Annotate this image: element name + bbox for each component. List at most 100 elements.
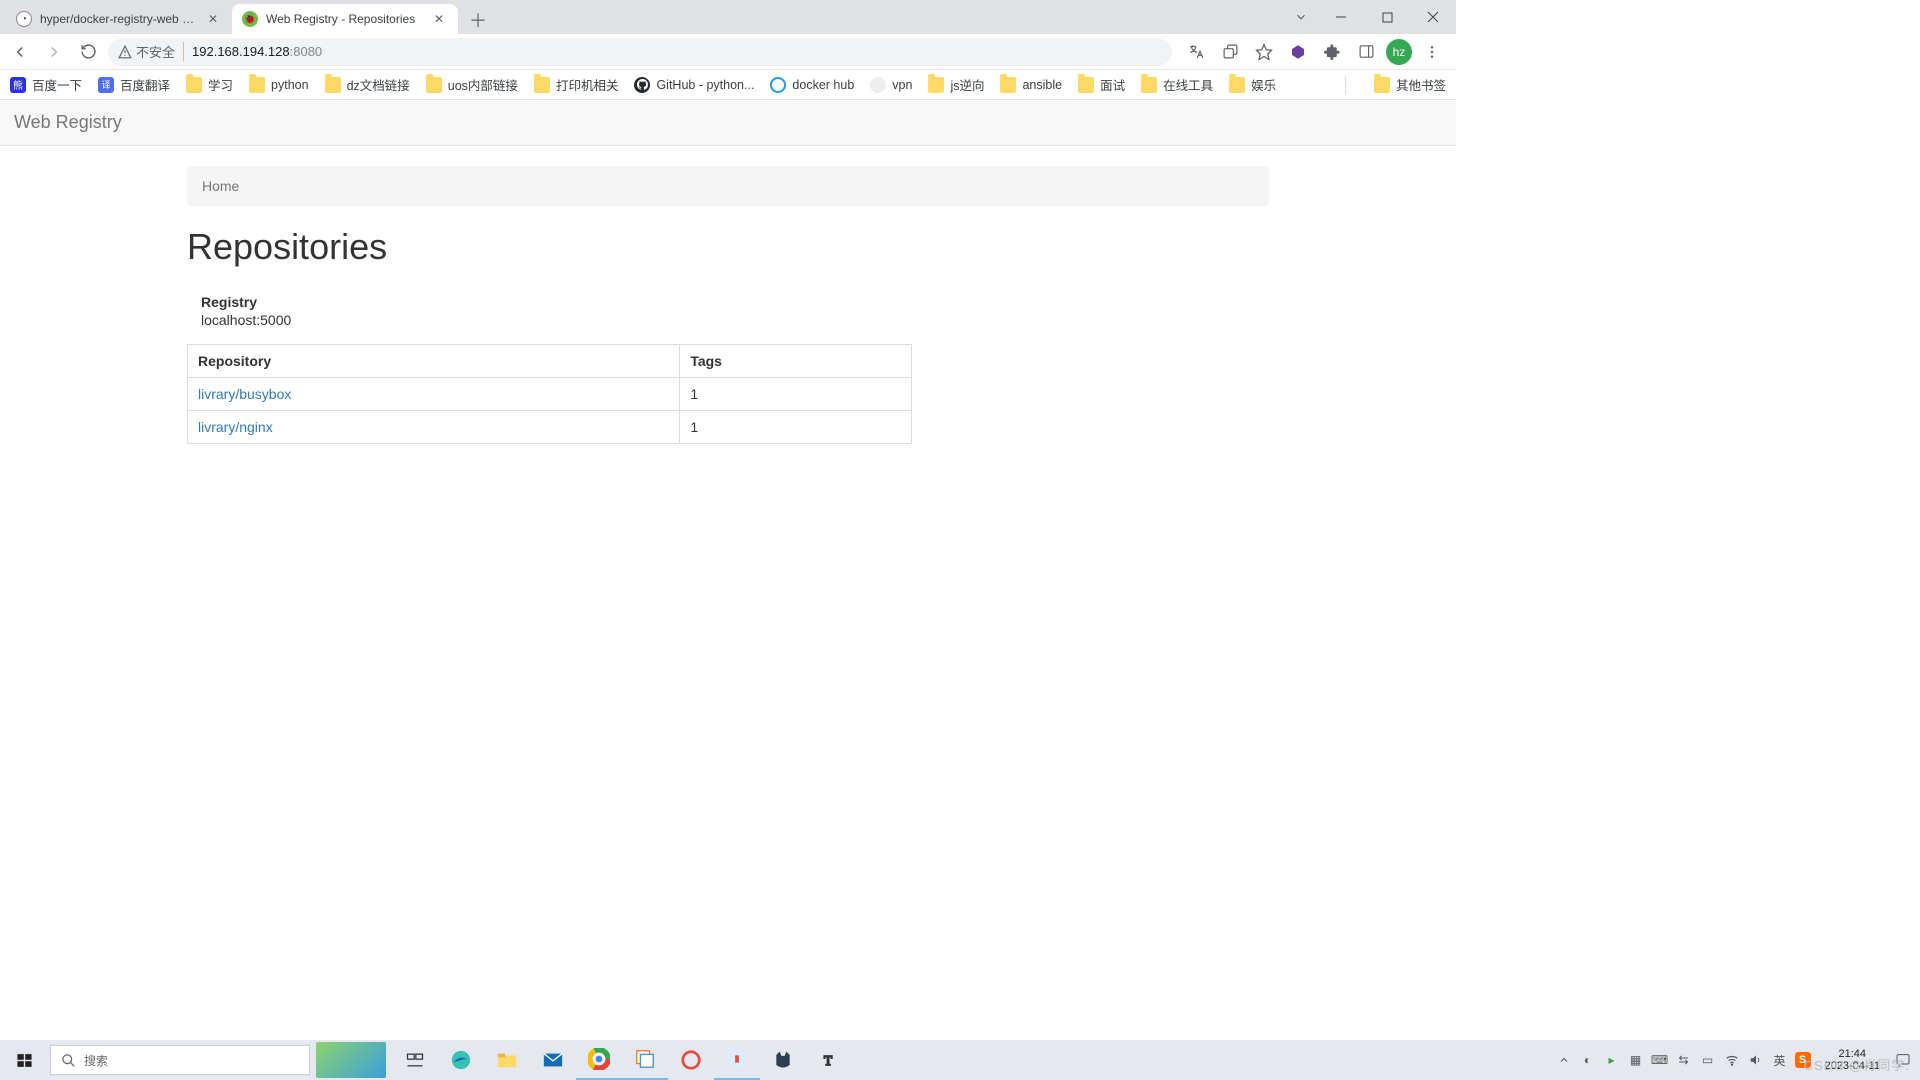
app-text-icon[interactable]: T bbox=[806, 1040, 852, 1080]
bookmark-label: 百度翻译 bbox=[120, 75, 170, 94]
bookmark-online-tools[interactable]: 在线工具 bbox=[1141, 75, 1213, 94]
taskbar-search[interactable]: 搜索 bbox=[50, 1045, 310, 1075]
tray-sogou-icon[interactable]: S bbox=[1795, 1052, 1811, 1068]
vmware-icon[interactable] bbox=[622, 1040, 668, 1080]
not-secure-label: 不安全 bbox=[136, 42, 175, 61]
bookmark-github-python[interactable]: GitHub - python... bbox=[634, 77, 754, 93]
task-view-icon[interactable] bbox=[392, 1040, 438, 1080]
page-viewport: Web Registry Home Repositories Registry … bbox=[0, 100, 1456, 776]
app-cat-icon[interactable] bbox=[760, 1040, 806, 1080]
tray-overflow-icon[interactable] bbox=[1555, 1051, 1573, 1069]
share-icon[interactable] bbox=[1216, 38, 1244, 66]
tab-title: hyper/docker-registry-web - D bbox=[40, 12, 196, 26]
bookmark-dz-docs[interactable]: dz文档链接 bbox=[325, 75, 410, 94]
repo-link[interactable]: livrary/nginx bbox=[198, 419, 273, 435]
not-secure-indicator[interactable]: 不安全 bbox=[118, 42, 184, 61]
tray-app1-icon[interactable]: ▦ bbox=[1627, 1051, 1645, 1069]
tray-play-icon[interactable]: ▸ bbox=[1603, 1051, 1621, 1069]
tray-sync-icon[interactable]: ⇆ bbox=[1675, 1051, 1693, 1069]
url-input[interactable]: 不安全 192.168.194.128:8080 bbox=[108, 38, 1172, 66]
bookmark-label: 百度一下 bbox=[32, 75, 82, 94]
window-controls bbox=[1284, 0, 1456, 34]
bookmark-python[interactable]: python bbox=[249, 77, 309, 93]
system-tray: ◐ ▸ ▦ ⌨ ⇆ ▭ 英 S 21:44 2023-04-11 bbox=[1555, 1048, 1920, 1072]
folder-icon bbox=[186, 77, 202, 93]
taskbar-clock[interactable]: 21:44 2023-04-11 bbox=[1817, 1048, 1888, 1072]
tray-wifi-icon[interactable] bbox=[1723, 1051, 1741, 1069]
app-brand[interactable]: Web Registry bbox=[14, 112, 122, 133]
tray-ime-icon[interactable]: 英 bbox=[1771, 1051, 1789, 1069]
tray-keyboard-icon[interactable]: ⌨ bbox=[1651, 1051, 1669, 1069]
breadcrumb-home[interactable]: Home bbox=[202, 178, 239, 194]
side-panel-icon[interactable] bbox=[1352, 38, 1380, 66]
tab-web-registry[interactable]: 🐞 Web Registry - Repositories ✕ bbox=[232, 4, 458, 34]
mail-icon[interactable] bbox=[530, 1040, 576, 1080]
tray-notifications-icon[interactable] bbox=[1894, 1051, 1912, 1069]
bookmark-other[interactable]: 其他书签 bbox=[1374, 75, 1446, 94]
page-title: Repositories bbox=[187, 226, 1269, 268]
repositories-table: Repository Tags livrary/busybox 1 livrar… bbox=[187, 344, 912, 444]
bookmark-interview[interactable]: 面试 bbox=[1078, 75, 1125, 94]
file-explorer-icon[interactable] bbox=[484, 1040, 530, 1080]
bookmark-vpn[interactable]: vpn bbox=[870, 77, 912, 93]
app-red-icon[interactable] bbox=[668, 1040, 714, 1080]
bookmark-ansible[interactable]: ansible bbox=[1000, 77, 1062, 93]
close-window-button[interactable] bbox=[1410, 0, 1456, 34]
bookmark-label: 娱乐 bbox=[1251, 75, 1276, 94]
bookmark-entertainment[interactable]: 娱乐 bbox=[1229, 75, 1276, 94]
col-repository: Repository bbox=[188, 345, 680, 378]
bookmark-uos[interactable]: uos内部链接 bbox=[426, 75, 518, 94]
table-row: livrary/nginx 1 bbox=[188, 411, 912, 444]
translate-icon[interactable] bbox=[1182, 38, 1210, 66]
bookmark-printer[interactable]: 打印机相关 bbox=[534, 75, 619, 94]
folder-icon bbox=[534, 77, 550, 93]
folder-icon bbox=[1229, 77, 1245, 93]
kebab-menu-icon[interactable] bbox=[1418, 38, 1446, 66]
bookmark-js-reverse[interactable]: js逆向 bbox=[928, 75, 984, 94]
avatar-initials: hz bbox=[1393, 45, 1406, 59]
bookmark-label: 在线工具 bbox=[1163, 75, 1213, 94]
bookmark-baidu[interactable]: 熊百度一下 bbox=[10, 75, 82, 94]
extension-icon[interactable] bbox=[1284, 38, 1312, 66]
close-tab-icon[interactable]: ✕ bbox=[204, 10, 222, 28]
chrome-icon[interactable] bbox=[576, 1040, 622, 1080]
close-tab-icon[interactable]: ✕ bbox=[430, 10, 448, 28]
forward-button[interactable] bbox=[40, 38, 68, 66]
app-shield-icon[interactable] bbox=[714, 1040, 760, 1080]
profile-avatar[interactable]: hz bbox=[1386, 39, 1412, 65]
bookmark-label: vpn bbox=[892, 78, 912, 92]
tab-search-chevron-icon[interactable] bbox=[1284, 0, 1318, 34]
minimize-button[interactable] bbox=[1318, 0, 1364, 34]
bookmark-label: 打印机相关 bbox=[556, 75, 619, 94]
bookmark-label: docker hub bbox=[792, 78, 854, 92]
col-tags: Tags bbox=[680, 345, 912, 378]
repo-link[interactable]: livrary/busybox bbox=[198, 386, 291, 402]
tray-weather-icon[interactable]: ◐ bbox=[1579, 1051, 1597, 1069]
bookmark-docker-hub[interactable]: docker hub bbox=[770, 77, 854, 93]
edge-icon[interactable] bbox=[438, 1040, 484, 1080]
registry-url: localhost:5000 bbox=[187, 312, 1269, 328]
bookmark-label: GitHub - python... bbox=[656, 78, 754, 92]
bookmark-study[interactable]: 学习 bbox=[186, 75, 233, 94]
folder-icon bbox=[1000, 77, 1016, 93]
bookmark-star-icon[interactable] bbox=[1250, 38, 1278, 66]
bookmark-baidu-fanyi[interactable]: 译百度翻译 bbox=[98, 75, 170, 94]
bookmarks-bar: 熊百度一下 译百度翻译 学习 python dz文档链接 uos内部链接 打印机… bbox=[0, 70, 1456, 100]
address-bar: 不安全 192.168.194.128:8080 hz bbox=[0, 34, 1456, 70]
search-highlight-image[interactable] bbox=[316, 1042, 386, 1078]
breadcrumb: Home bbox=[187, 166, 1269, 206]
extensions-puzzle-icon[interactable] bbox=[1318, 38, 1346, 66]
tray-battery-icon[interactable]: ▭ bbox=[1699, 1051, 1717, 1069]
windows-taskbar: 搜索 T ◐ ▸ ▦ ⌨ ⇆ ▭ 英 S 21:44 2023-04-11 bbox=[0, 1040, 1920, 1080]
back-button[interactable] bbox=[6, 38, 34, 66]
reload-button[interactable] bbox=[74, 38, 102, 66]
new-tab-button[interactable]: ＋ bbox=[464, 6, 492, 34]
page-container: Home Repositories Registry localhost:500… bbox=[173, 146, 1283, 444]
tray-volume-icon[interactable] bbox=[1747, 1051, 1765, 1069]
url-host: 192.168.194.128 bbox=[192, 44, 290, 59]
maximize-button[interactable] bbox=[1364, 0, 1410, 34]
tab-docker-registry-web[interactable]: ◔ hyper/docker-registry-web - D ✕ bbox=[6, 4, 232, 34]
folder-icon bbox=[249, 77, 265, 93]
start-button[interactable] bbox=[0, 1040, 48, 1080]
search-icon bbox=[61, 1053, 76, 1068]
